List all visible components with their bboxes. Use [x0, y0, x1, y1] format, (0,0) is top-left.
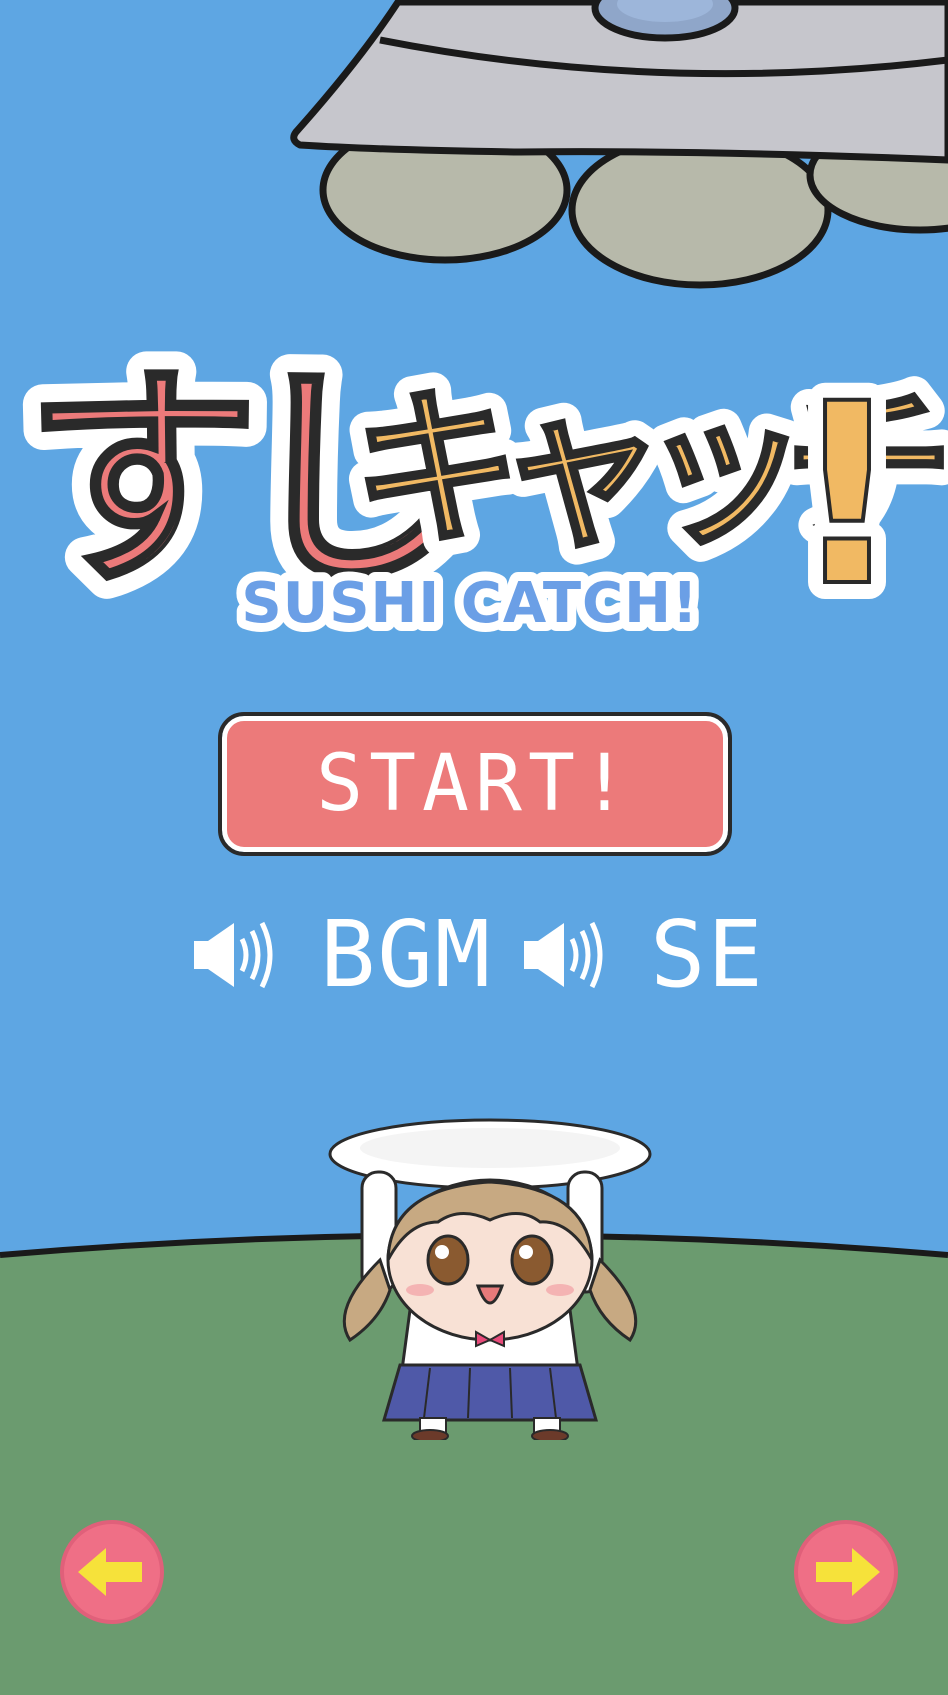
bgm-toggle[interactable]: BGM — [190, 900, 492, 1010]
speaker-on-icon — [524, 921, 603, 989]
game-logo: すし すし キャッチ キャッチ ! ! SUSHI CATCH! SUSHI C… — [0, 270, 948, 650]
arrow-left-icon — [78, 1548, 142, 1596]
se-toggle[interactable]: SE — [520, 900, 765, 1010]
game-screen: すし すし キャッチ キャッチ ! ! SUSHI CATCH! SUSHI C… — [0, 0, 948, 1695]
arrow-right-icon — [816, 1548, 880, 1596]
speaker-on-icon — [194, 921, 273, 989]
logo-jp-mark: ! — [790, 350, 904, 641]
sound-settings: BGM SE — [190, 900, 770, 1010]
start-button-label: START! — [316, 739, 634, 829]
prev-button[interactable] — [60, 1520, 164, 1624]
start-button[interactable]: START! — [218, 712, 732, 856]
girl-character — [328, 1118, 652, 1440]
bgm-label: BGM — [320, 901, 493, 1008]
logo-en-subtitle: SUSHI CATCH! — [241, 571, 698, 636]
ufo-illustration — [290, 0, 948, 289]
se-label: SE — [650, 901, 765, 1008]
logo-title-art: すし すし キャッチ キャッチ ! ! SUSHI CATCH! SUSHI C… — [4, 323, 948, 650]
next-button[interactable] — [794, 1520, 898, 1624]
